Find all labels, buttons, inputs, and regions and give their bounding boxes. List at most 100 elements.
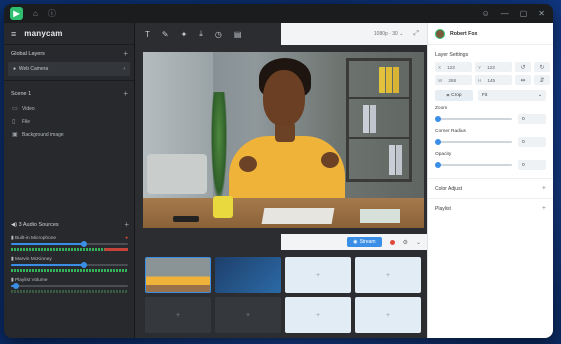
corner-radius-slider-knob[interactable]: [435, 139, 441, 145]
audio-level-meter: [11, 269, 128, 272]
opacity-value-input[interactable]: 0: [518, 160, 546, 170]
left-panel: ≡ manycam Global Layers + ● Web Camera ›…: [4, 23, 135, 338]
crop-row: ⌗ Crop Fit ⌄: [428, 85, 553, 101]
toolbar: T ✎ ✦ ⤓ ◷ ▤ 1080p · 30 ⌄ ⤢: [135, 23, 427, 45]
user-name: Robert Fox: [450, 30, 478, 37]
maximize-icon[interactable]: ▢: [520, 9, 528, 18]
flip-horizontal-icon[interactable]: ⇹: [515, 75, 531, 85]
close-icon[interactable]: ✕: [538, 9, 545, 18]
file-icon: ▯: [12, 119, 16, 125]
divider: [4, 80, 134, 81]
chevron-down-icon[interactable]: ⌄: [416, 239, 421, 246]
chevron-right-icon[interactable]: ›: [123, 66, 125, 72]
volume-slider-knob[interactable]: [80, 241, 87, 247]
mic-icon: ▮: [11, 236, 14, 241]
image-icon: ▣: [12, 132, 18, 138]
title-bar: ▶ ⌂ ⓘ ☺ — ▢ ✕: [4, 4, 553, 23]
video-icon: ▭: [12, 106, 18, 112]
volume-slider-knob[interactable]: [80, 262, 87, 268]
preset-tile-camera[interactable]: [145, 257, 211, 293]
audio-level-meter: [11, 248, 128, 251]
x-field[interactable]: X 123: [435, 62, 472, 72]
keyboard-tool-icon[interactable]: ▤: [234, 30, 242, 39]
effects-tool-icon[interactable]: ✦: [181, 30, 188, 39]
history-tool-icon[interactable]: ◷: [215, 30, 222, 39]
color-adjust-label: Color Adjust: [435, 185, 462, 192]
color-adjust-section[interactable]: Color Adjust +: [428, 178, 553, 198]
record-button[interactable]: [389, 239, 395, 245]
source-label: Background image: [22, 131, 64, 138]
volume-slider[interactable]: [11, 241, 128, 247]
tool-group: T ✎ ✦ ⤓ ◷ ▤: [135, 23, 281, 45]
add-layer-icon[interactable]: +: [123, 49, 128, 58]
fit-select[interactable]: Fit ⌄: [478, 90, 546, 101]
opacity-property: Opacity 0: [428, 147, 553, 170]
add-source-icon[interactable]: +: [123, 89, 128, 98]
pen-tool-icon[interactable]: ✎: [162, 30, 169, 39]
source-item-video[interactable]: ▭ Video: [4, 102, 134, 115]
download-tool-icon[interactable]: ⤓: [199, 29, 203, 39]
settings-gear-icon[interactable]: ⚙: [403, 239, 408, 246]
hamburger-menu-icon[interactable]: ≡: [11, 29, 16, 39]
presets-grid: + + + + + +: [143, 255, 424, 338]
opacity-slider[interactable]: [435, 162, 512, 168]
preset-tile-empty[interactable]: +: [355, 257, 421, 293]
flip-vertical-icon[interactable]: ⇵: [534, 75, 550, 85]
zoom-label: Zoom: [435, 106, 448, 111]
window-controls: ☺ — ▢ ✕: [482, 4, 545, 23]
expand-icon[interactable]: +: [542, 185, 546, 192]
volume-slider[interactable]: [11, 262, 128, 268]
info-icon[interactable]: ⓘ: [48, 8, 56, 19]
source-label: File: [22, 118, 31, 125]
user-row[interactable]: Robert Fox: [428, 23, 553, 45]
user-icon[interactable]: ☺: [482, 9, 490, 18]
fit-select-value: Fit: [482, 93, 488, 98]
opacity-slider-knob[interactable]: [435, 162, 441, 168]
corner-radius-slider[interactable]: [435, 139, 512, 145]
broadcast-icon: ◉: [353, 239, 358, 245]
playlist-section[interactable]: Playlist +: [428, 198, 553, 218]
corner-radius-value-input[interactable]: 0: [518, 137, 546, 147]
preset-tile-empty[interactable]: +: [285, 297, 351, 333]
preview-controls: 1080p · 30 ⌄ ⤢: [281, 23, 427, 45]
source-item-file[interactable]: ▯ File: [4, 115, 134, 128]
minimize-icon[interactable]: —: [501, 9, 509, 18]
zoom-slider[interactable]: [435, 116, 512, 122]
avatar: [435, 28, 445, 39]
preset-tile-empty[interactable]: +: [355, 297, 421, 333]
width-field[interactable]: W 268: [435, 75, 472, 85]
main-area: T ✎ ✦ ⤓ ◷ ▤ 1080p · 30 ⌄ ⤢ ◉ Stream ⚙ ⌄ …: [135, 23, 427, 338]
volume-slider-knob[interactable]: [12, 283, 19, 289]
rotate-left-icon[interactable]: ↺: [515, 62, 531, 72]
layer-settings-title: Layer Settings: [435, 52, 469, 58]
source-item-background-image[interactable]: ▣ Background image: [4, 128, 134, 141]
layer-item[interactable]: ● Web Camera ›: [8, 62, 130, 76]
bell-icon[interactable]: ⌂: [33, 9, 38, 18]
brand-name: manycam: [24, 29, 63, 38]
height-field[interactable]: H 145: [475, 75, 512, 85]
preset-tile-screen[interactable]: [215, 257, 281, 293]
audio-source-row: ▮ Marvin McKinney: [4, 254, 135, 275]
text-tool-icon[interactable]: T: [145, 30, 150, 39]
video-preview[interactable]: [143, 52, 424, 228]
expand-icon[interactable]: +: [542, 205, 546, 212]
right-panel: Robert Fox Layer Settings X 123 Y 123 ↺ ↻ …: [427, 23, 553, 338]
preset-tile-empty[interactable]: +: [215, 297, 281, 333]
resolution-select[interactable]: 1080p · 30 ⌄: [374, 31, 404, 37]
zoom-slider-knob[interactable]: [435, 116, 441, 122]
preset-tile-empty[interactable]: +: [285, 257, 351, 293]
y-field[interactable]: Y 123: [475, 62, 512, 72]
audio-sources: ◀) 3 Audio Sources + ▮ Built-in Micropho…: [4, 216, 135, 296]
preset-tile-empty[interactable]: +: [145, 297, 211, 333]
audio-level-meter: [11, 290, 128, 293]
zoom-value-input[interactable]: 0: [518, 114, 546, 124]
fullscreen-icon[interactable]: ⤢: [413, 30, 419, 38]
volume-slider[interactable]: [11, 283, 128, 289]
add-audio-icon[interactable]: +: [124, 220, 129, 229]
global-layers-title: Global Layers: [11, 50, 45, 57]
rotate-right-icon[interactable]: ↻: [534, 62, 550, 72]
opacity-label: Opacity: [435, 152, 452, 157]
stream-button[interactable]: ◉ Stream: [347, 237, 382, 247]
crop-button[interactable]: ⌗ Crop: [435, 90, 473, 101]
stream-bar: ◉ Stream ⚙ ⌄: [281, 234, 427, 250]
